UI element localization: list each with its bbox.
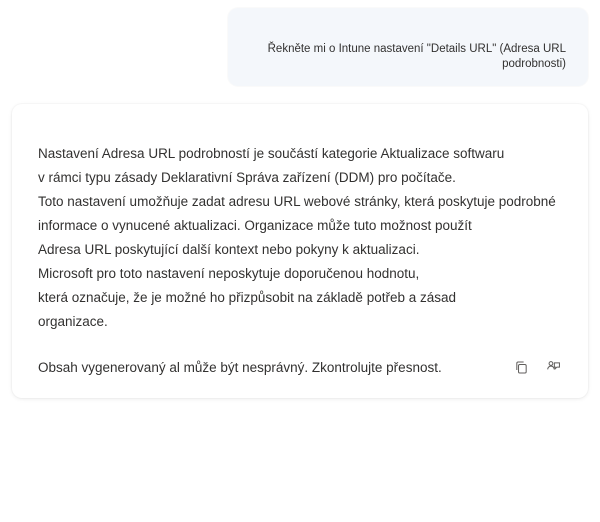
assistant-line: která označuje, že je možné ho přizpůsob… xyxy=(38,286,562,310)
assistant-line: organizace. xyxy=(38,310,562,334)
user-message-bubble: Řekněte mi o Intune nastavení "Details U… xyxy=(228,8,588,86)
assistant-footer: Obsah vygenerovaný al může být nesprávný… xyxy=(38,358,562,376)
assistant-line: Toto nastavení umožňuje zadat adresu URL… xyxy=(38,190,562,214)
assistant-line: informace o vynucené aktualizaci. Organi… xyxy=(38,214,562,238)
feedback-icon[interactable] xyxy=(544,358,562,376)
chat-container: Řekněte mi o Intune nastavení "Details U… xyxy=(12,8,588,398)
assistant-line: Nastavení Adresa URL podrobností je souč… xyxy=(38,142,562,166)
assistant-line: Adresa URL poskytující další kontext neb… xyxy=(38,238,562,262)
copy-icon[interactable] xyxy=(512,358,530,376)
user-message-text: Řekněte mi o Intune nastavení "Details U… xyxy=(250,42,566,72)
assistant-line: Microsoft pro toto nastavení neposkytuje… xyxy=(38,262,562,286)
assistant-message-bubble: Nastavení Adresa URL podrobností je souč… xyxy=(12,104,588,398)
assistant-line: v rámci typu zásady Deklarativní Správa … xyxy=(38,166,562,190)
ai-disclaimer-text: Obsah vygenerovaný al může být nesprávný… xyxy=(38,360,502,375)
assistant-message-body: Nastavení Adresa URL podrobností je souč… xyxy=(38,142,562,334)
footer-actions xyxy=(512,358,562,376)
